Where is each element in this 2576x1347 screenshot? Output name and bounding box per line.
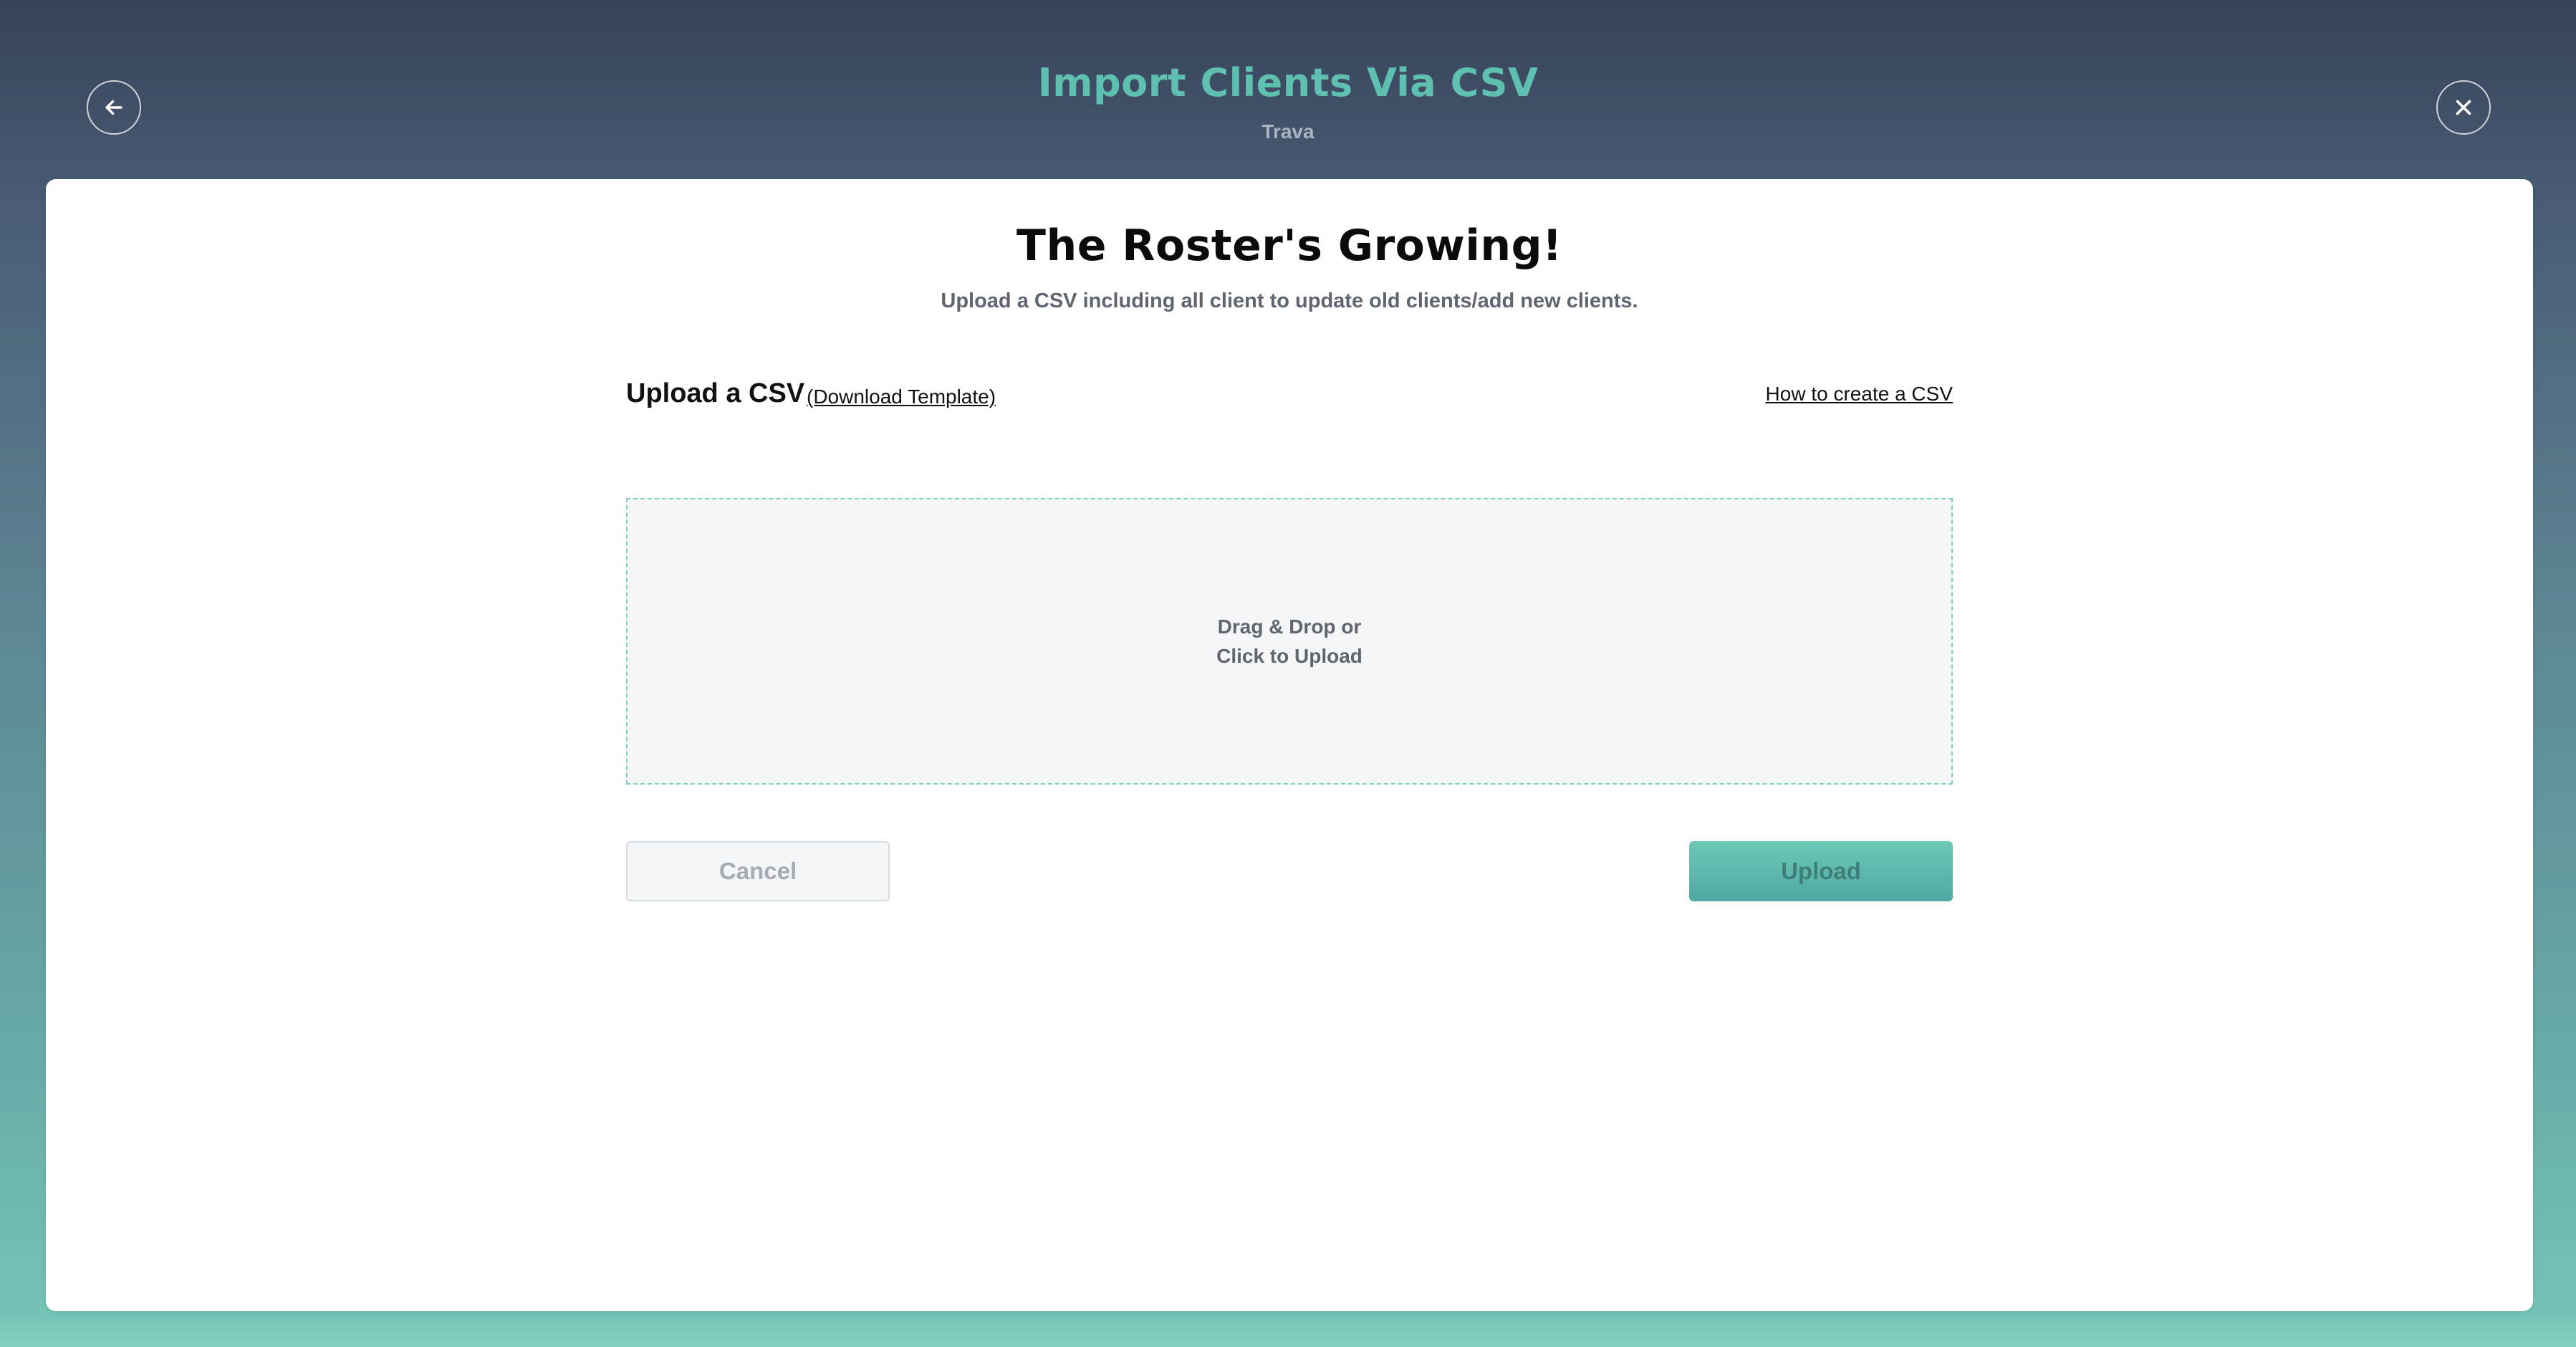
csv-dropzone[interactable]: Drag & Drop or Click to Upload xyxy=(626,498,1953,785)
cancel-button[interactable]: Cancel xyxy=(626,841,890,901)
background-glow xyxy=(0,1311,2576,1347)
card-description: Upload a CSV including all client to upd… xyxy=(941,289,1638,312)
page-title: Import Clients Via CSV xyxy=(1037,60,1539,105)
dropzone-line-2: Click to Upload xyxy=(1216,645,1363,667)
import-card: The Roster's Growing! Upload a CSV inclu… xyxy=(46,179,2533,1311)
dropzone-text: Drag & Drop or Click to Upload xyxy=(1216,612,1363,671)
upload-header-row: Upload a CSV (Download Template) How to … xyxy=(626,377,1953,414)
download-template-link[interactable]: (Download Template) xyxy=(807,385,996,408)
page-header: Import Clients Via CSV Trava xyxy=(0,0,2576,179)
page-subtitle: Trava xyxy=(1261,120,1315,143)
how-to-create-csv-link[interactable]: How to create a CSV xyxy=(1766,383,1953,406)
upload-label: Upload a CSV xyxy=(626,378,805,408)
dropzone-line-1: Drag & Drop or xyxy=(1217,615,1362,638)
upload-button[interactable]: Upload xyxy=(1689,841,1953,901)
close-icon xyxy=(2451,95,2476,120)
close-button[interactable] xyxy=(2436,80,2491,135)
card-heading: The Roster's Growing! xyxy=(1017,221,1562,271)
